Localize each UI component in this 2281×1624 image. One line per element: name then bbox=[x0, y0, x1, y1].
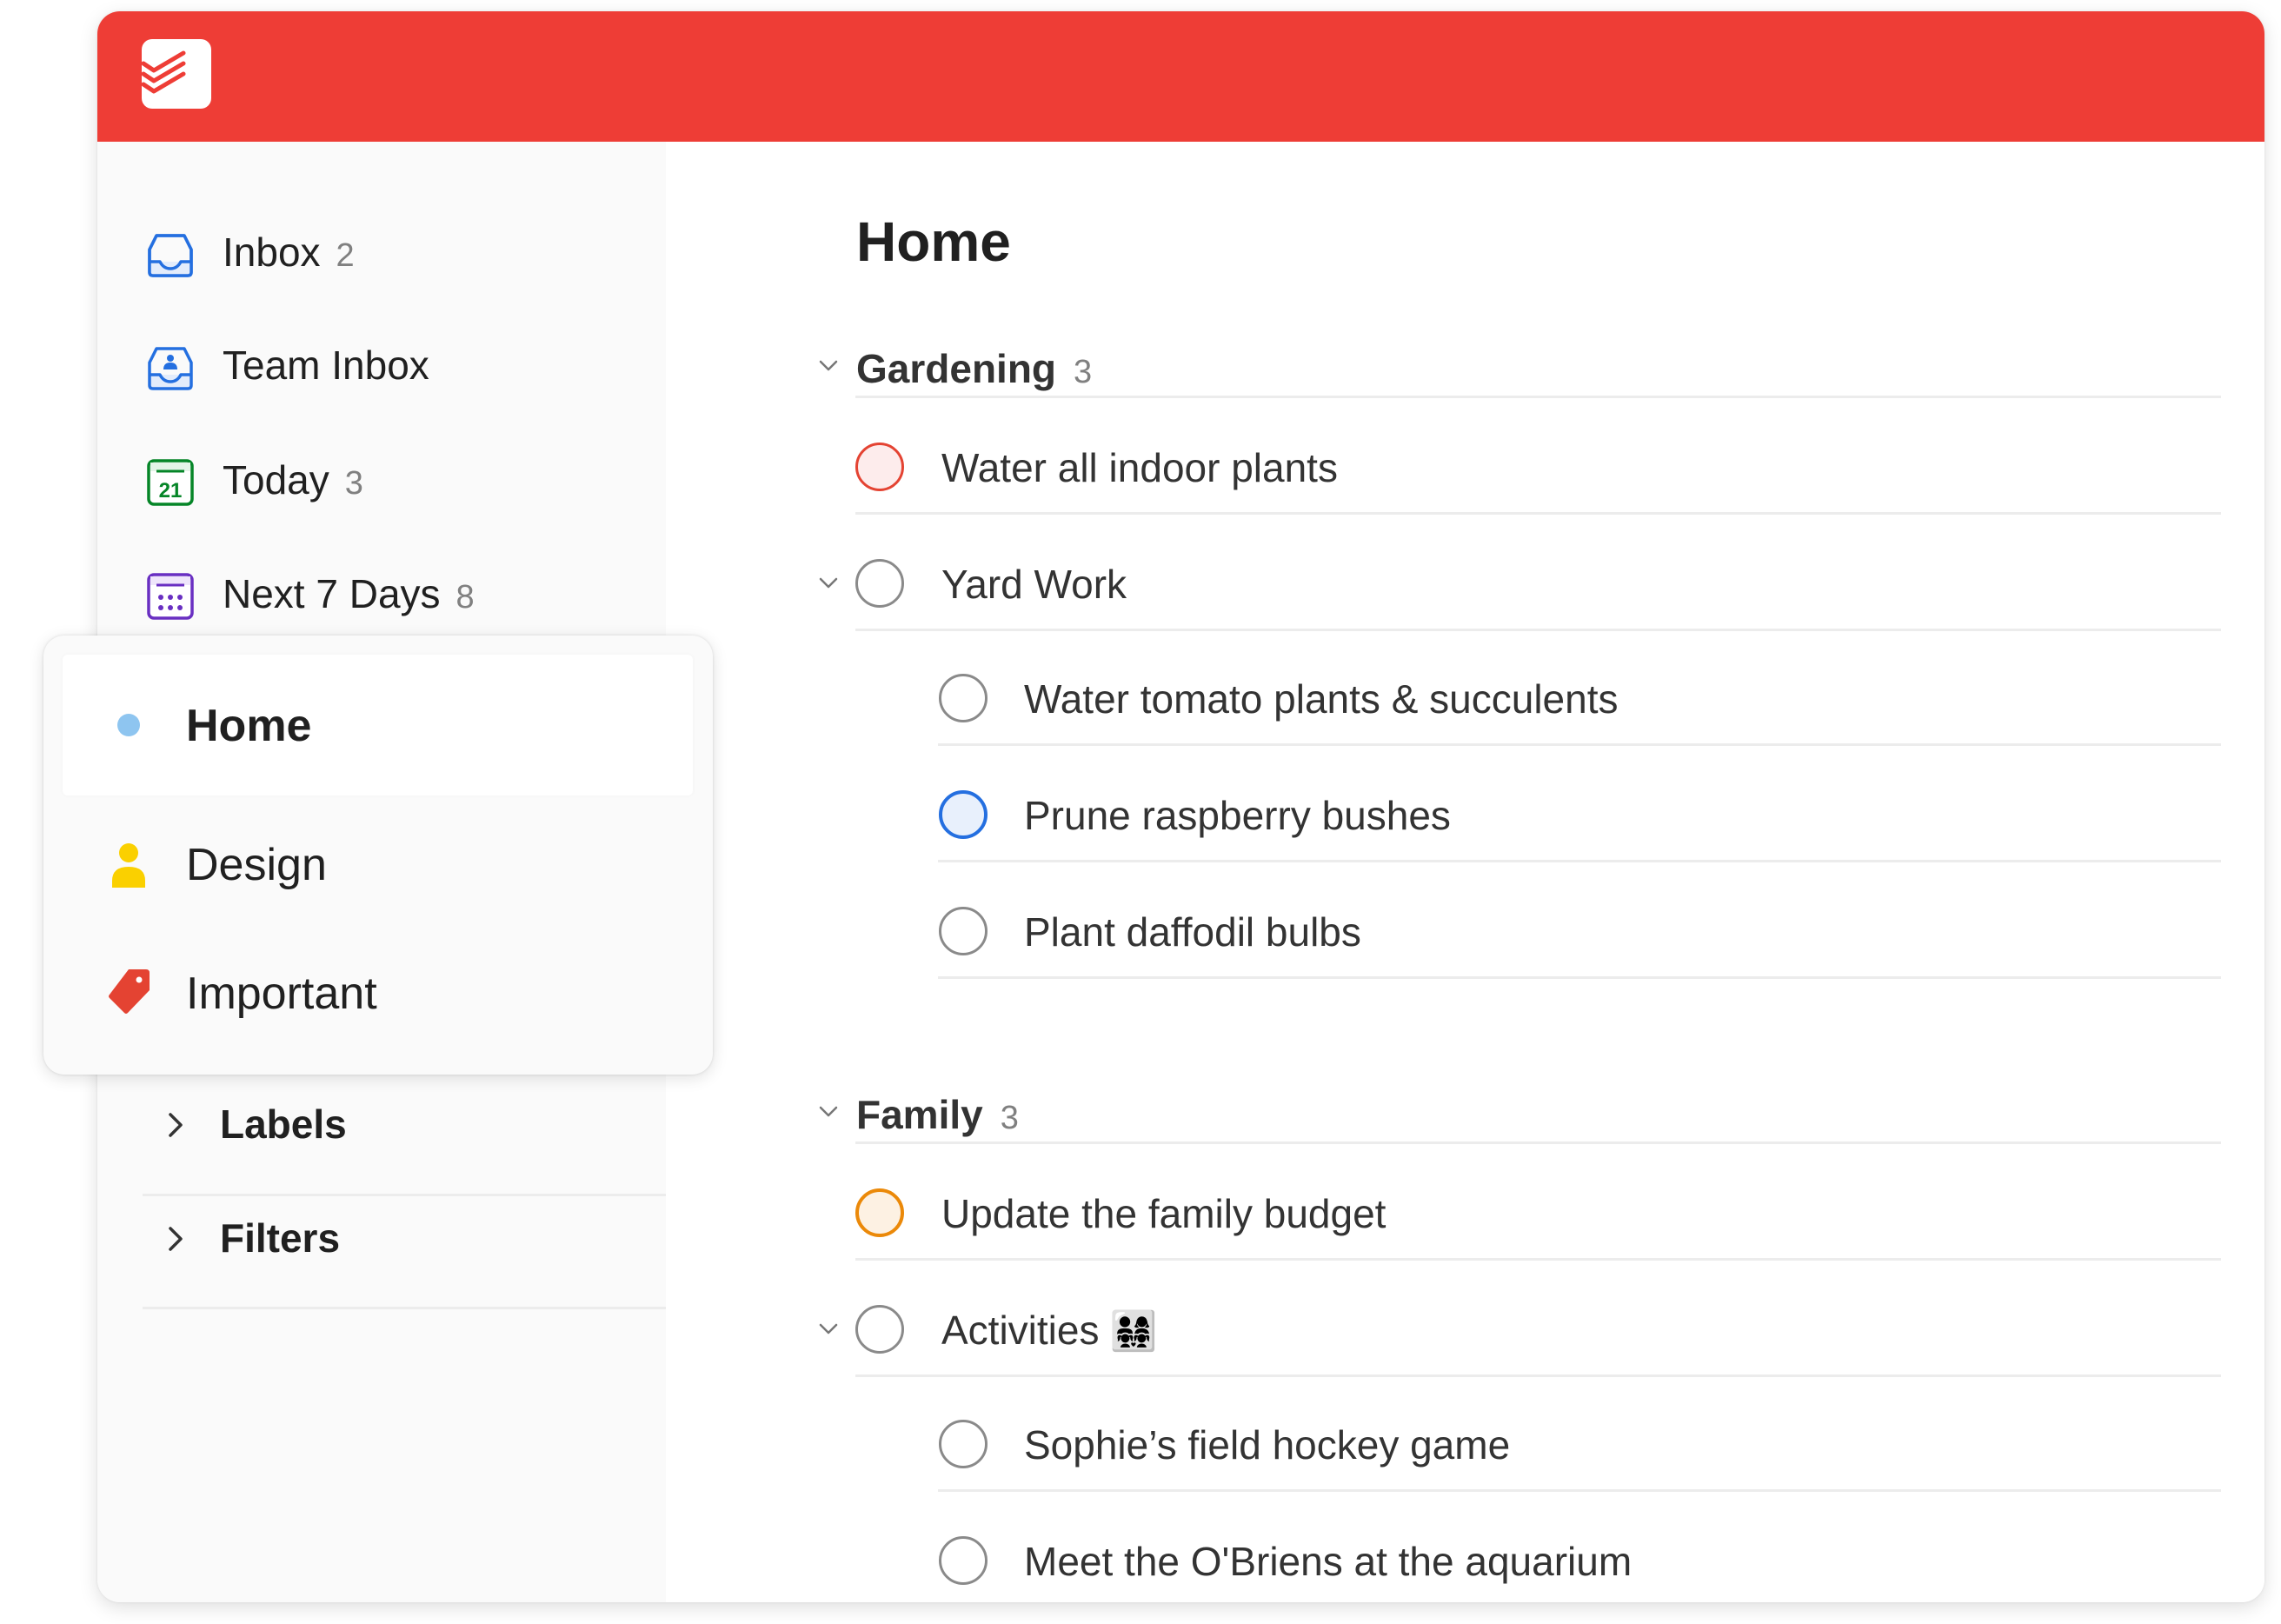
todoist-logo-icon[interactable] bbox=[142, 39, 211, 109]
inbox-count: 2 bbox=[336, 237, 355, 274]
sidebar-item-team-inbox[interactable]: Team Inbox bbox=[97, 323, 666, 401]
task-row[interactable]: Yard Work bbox=[666, 540, 2264, 627]
task-title: Plant daffodil bulbs bbox=[1024, 909, 1361, 955]
task-title: Prune raspberry bushes bbox=[1024, 793, 1451, 838]
section-label: Labels bbox=[220, 1102, 347, 1147]
family-emoji-icon: 👨‍👩‍👧‍👧 bbox=[1109, 1309, 1158, 1354]
sidebar-item-today[interactable]: 21 Today 3 bbox=[97, 437, 666, 516]
chevron-right-icon bbox=[169, 1227, 183, 1251]
divider bbox=[143, 1307, 666, 1309]
project-dot-icon bbox=[117, 714, 140, 736]
task-title: Meet the O'Briens at the aquarium bbox=[1024, 1539, 1633, 1584]
task-checkbox[interactable] bbox=[939, 907, 988, 955]
task-title: Water tomato plants & succulents bbox=[1024, 676, 1619, 722]
divider bbox=[855, 512, 2221, 515]
popup-item-label: Important bbox=[186, 968, 377, 1019]
divider bbox=[855, 1258, 2221, 1261]
task-row[interactable]: Meet the O'Briens at the aquarium bbox=[666, 1517, 2264, 1602]
task-row[interactable]: Update the family budget bbox=[666, 1169, 2264, 1256]
sidebar-section-filters[interactable]: Filters bbox=[97, 1194, 666, 1289]
sidebar-section-labels[interactable]: Labels bbox=[97, 1080, 666, 1175]
task-title: Yard Work bbox=[941, 562, 1127, 607]
divider bbox=[938, 1489, 2221, 1492]
task-title: Water all indoor plants bbox=[941, 445, 1338, 490]
group-name: Gardening bbox=[856, 346, 1057, 391]
projects-popup: Home Design Important bbox=[43, 636, 713, 1075]
popup-item-label: Design bbox=[186, 840, 327, 890]
divider bbox=[855, 629, 2221, 631]
task-row[interactable]: Activities 👨‍👩‍👧‍👧 bbox=[666, 1286, 2264, 1373]
popup-item-home[interactable]: Home bbox=[63, 655, 693, 795]
section-label: Filters bbox=[220, 1215, 341, 1261]
task-checkbox-priority-3[interactable] bbox=[939, 790, 988, 839]
task-row[interactable]: Plant daffodil bulbs bbox=[666, 888, 2264, 975]
task-checkbox[interactable] bbox=[855, 1305, 904, 1354]
task-row[interactable]: Water all indoor plants bbox=[666, 423, 2264, 510]
calendar-week-icon bbox=[147, 573, 194, 620]
person-icon bbox=[112, 843, 145, 888]
task-title: Sophie’s field hockey game bbox=[1024, 1422, 1511, 1468]
sidebar-item-label: Today bbox=[223, 457, 329, 503]
top-bar bbox=[97, 11, 2264, 142]
chevron-right-icon bbox=[169, 1113, 183, 1137]
chevron-down-icon[interactable] bbox=[815, 1103, 841, 1121]
task-checkbox-priority-2[interactable] bbox=[855, 1188, 904, 1237]
group-count: 3 bbox=[1074, 354, 1093, 390]
page-title: Home bbox=[856, 210, 1011, 273]
divider bbox=[938, 860, 2221, 862]
divider bbox=[855, 396, 2221, 398]
chevron-down-icon[interactable] bbox=[815, 575, 841, 592]
svg-text:21: 21 bbox=[159, 479, 183, 503]
group-header-family[interactable]: Family 3 bbox=[666, 1079, 2264, 1148]
task-checkbox[interactable] bbox=[855, 559, 904, 608]
calendar-today-icon: 21 bbox=[147, 459, 194, 506]
next-7-days-count: 8 bbox=[456, 579, 475, 616]
divider bbox=[855, 1374, 2221, 1377]
group-count: 3 bbox=[1000, 1100, 1019, 1136]
group-name: Family bbox=[856, 1092, 983, 1137]
divider bbox=[938, 976, 2221, 979]
divider bbox=[938, 743, 2221, 746]
popup-item-important[interactable]: Important bbox=[63, 924, 693, 1065]
label-tag-icon bbox=[109, 969, 150, 1014]
task-checkbox[interactable] bbox=[939, 1420, 988, 1468]
sidebar-item-label: Next 7 Days bbox=[223, 571, 441, 616]
sidebar-item-label: Inbox bbox=[223, 230, 321, 275]
task-checkbox[interactable] bbox=[939, 674, 988, 722]
popup-item-design[interactable]: Design bbox=[63, 795, 693, 936]
inbox-icon bbox=[148, 234, 193, 277]
task-row[interactable]: Water tomato plants & succulents bbox=[666, 655, 2264, 742]
sidebar-item-inbox[interactable]: Inbox 2 bbox=[97, 210, 666, 288]
task-title: Update the family budget bbox=[941, 1191, 1387, 1236]
task-row[interactable]: Prune raspberry bushes bbox=[666, 771, 2264, 858]
divider bbox=[855, 1141, 2221, 1144]
sidebar-item-label: Team Inbox bbox=[223, 343, 429, 388]
task-checkbox[interactable] bbox=[939, 1536, 988, 1585]
team-inbox-icon bbox=[148, 347, 193, 390]
main-content: Home Gardening 3 Water all indoor plants … bbox=[666, 142, 2264, 1602]
task-title: Activities bbox=[941, 1308, 1100, 1353]
task-checkbox-priority-1[interactable] bbox=[855, 443, 904, 491]
sidebar-item-next-7-days[interactable]: Next 7 Days 8 bbox=[97, 551, 666, 629]
chevron-down-icon[interactable] bbox=[815, 1321, 841, 1338]
task-row[interactable]: Sophie’s field hockey game bbox=[666, 1401, 2264, 1488]
today-count: 3 bbox=[344, 465, 363, 502]
group-header-gardening[interactable]: Gardening 3 bbox=[666, 333, 2264, 403]
chevron-down-icon[interactable] bbox=[815, 357, 841, 375]
popup-item-label: Home bbox=[186, 701, 312, 751]
